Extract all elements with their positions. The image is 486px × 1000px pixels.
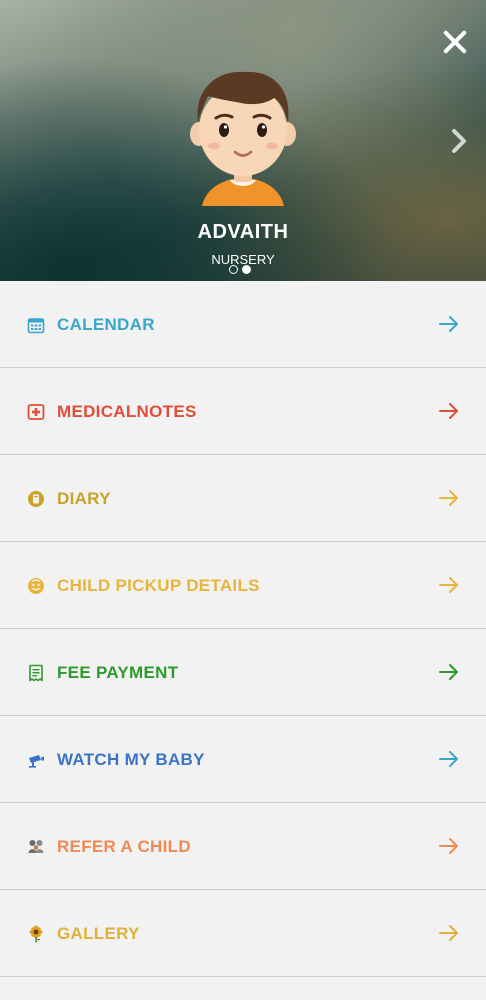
receipt-icon	[27, 664, 45, 682]
arrow-right-icon	[438, 488, 460, 508]
menu-item-gallery[interactable]: GALLERY	[0, 890, 486, 977]
menu-item-label: MEDICALNOTES	[57, 402, 197, 421]
menu-item-label: FEE PAYMENT	[57, 663, 179, 682]
arrow-right-icon	[438, 314, 460, 334]
menu-item-label: CHILD PICKUP DETAILS	[57, 576, 260, 595]
child-face-icon	[27, 577, 45, 595]
menu-item-label: WATCH MY BABY	[57, 750, 205, 769]
arrow-right-icon	[438, 923, 460, 943]
menu-item-refer-a-child[interactable]: REFER A CHILD	[0, 803, 486, 890]
camera-icon	[27, 751, 45, 769]
child-name: ADVAITH	[197, 221, 289, 243]
menu-item-diary[interactable]: DIARY	[0, 455, 486, 542]
menu-item-calendar[interactable]: CALENDAR	[0, 281, 486, 368]
close-icon[interactable]	[438, 25, 472, 59]
arrow-right-icon	[438, 575, 460, 595]
menu-item-fee-payment[interactable]: FEE PAYMENT	[0, 629, 486, 716]
menu-item-medicalnotes[interactable]: MEDICALNOTES	[0, 368, 486, 455]
menu-item-label: GALLERY	[57, 924, 140, 943]
calendar-icon	[27, 316, 45, 334]
arrow-right-icon	[438, 401, 460, 421]
diary-icon	[27, 490, 45, 508]
navigation-menu: CALENDAR MEDICALNOTES DIARY CHILD PICKUP…	[0, 281, 486, 977]
arrow-right-icon	[438, 749, 460, 769]
menu-item-label: DIARY	[57, 489, 111, 508]
carousel-dot[interactable]	[229, 265, 238, 274]
carousel-dot-active[interactable]	[242, 265, 251, 274]
menu-item-child-pickup-details[interactable]: CHILD PICKUP DETAILS	[0, 542, 486, 629]
profile-header: ADVAITH NURSERY	[0, 0, 486, 281]
sunflower-icon	[27, 925, 45, 943]
arrow-right-icon	[438, 662, 460, 682]
menu-item-watch-my-baby[interactable]: WATCH MY BABY	[0, 716, 486, 803]
chevron-right-icon[interactable]	[446, 125, 472, 157]
menu-item-label: CALENDAR	[57, 315, 155, 334]
menu-item-label: REFER A CHILD	[57, 837, 191, 856]
arrow-right-icon	[438, 836, 460, 856]
carousel-indicator	[229, 265, 255, 275]
children-icon	[27, 838, 45, 856]
child-avatar[interactable]	[188, 68, 298, 208]
medical-cross-icon	[27, 403, 45, 421]
